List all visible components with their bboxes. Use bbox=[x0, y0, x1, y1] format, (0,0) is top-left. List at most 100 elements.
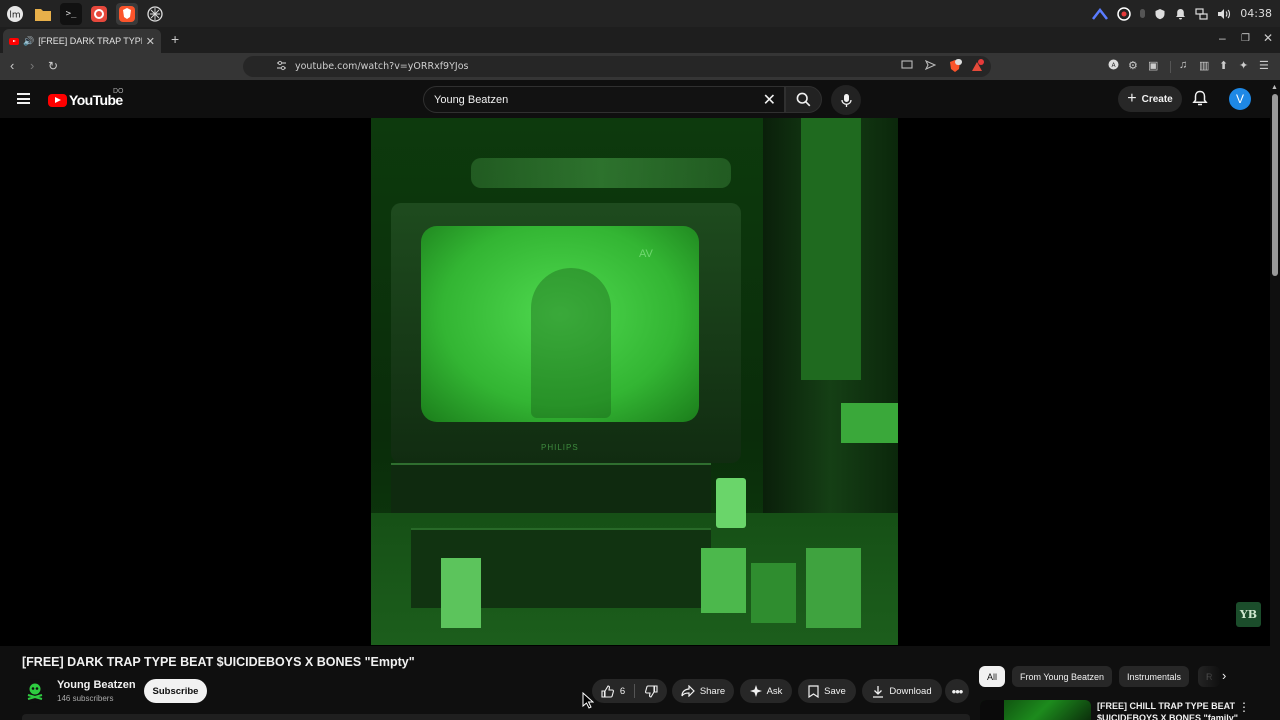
recommended-title-line2: $UICIDEBOYS X BONES "family" bbox=[1097, 713, 1239, 720]
video-title: [FREE] DARK TRAP TYPE BEAT $UICIDEBOYS X… bbox=[22, 655, 415, 669]
terminal-icon[interactable]: >_ bbox=[60, 2, 82, 25]
like-count: 6 bbox=[619, 685, 626, 697]
subscribe-button[interactable]: Subscribe bbox=[144, 679, 207, 703]
wallet-icon[interactable]: ▣ bbox=[1148, 59, 1158, 72]
share-button[interactable]: Share bbox=[672, 679, 734, 703]
like-dislike-group: 6 bbox=[592, 679, 667, 703]
guide-menu-icon[interactable] bbox=[17, 93, 30, 104]
brave-shields-icon[interactable] bbox=[948, 59, 962, 76]
sparkle-icon bbox=[749, 685, 762, 697]
firefox-icon[interactable] bbox=[88, 3, 110, 25]
volume-icon[interactable] bbox=[1217, 8, 1231, 20]
audio-playing-icon[interactable]: 🔊 bbox=[23, 36, 34, 47]
forward-icon[interactable]: › bbox=[30, 58, 34, 73]
thumbs-down-icon bbox=[644, 684, 658, 698]
like-button[interactable]: 6 bbox=[592, 679, 634, 703]
notification-icon[interactable] bbox=[1175, 8, 1186, 20]
tab-close-icon[interactable]: ✕ bbox=[146, 35, 155, 48]
download-icon bbox=[873, 685, 884, 698]
music-icon[interactable]: ♫ bbox=[1179, 59, 1187, 71]
os-panel: lm >_ 04:38 bbox=[0, 0, 1280, 27]
reload-icon[interactable]: ↻ bbox=[48, 59, 58, 73]
search-button[interactable] bbox=[785, 86, 822, 113]
youtube-favicon-icon bbox=[9, 37, 19, 45]
clear-search-icon[interactable]: ✕ bbox=[763, 90, 776, 110]
youtube-logo[interactable]: YouTube DO bbox=[48, 88, 124, 108]
ask-label: Ask bbox=[766, 685, 783, 697]
youtube-header: YouTube DO Young Beatzen ✕ + Create V bbox=[0, 80, 1280, 118]
tor-icon[interactable] bbox=[144, 3, 166, 25]
tab-strip: 🔊 [FREE] DARK TRAP TYPE BEAT ✕ + – ❐ ✕ bbox=[0, 27, 1280, 53]
chip-instrumentals[interactable]: Instrumentals bbox=[1119, 666, 1190, 687]
save-label: Save bbox=[824, 685, 846, 697]
plus-icon: + bbox=[1127, 90, 1137, 107]
files-icon[interactable] bbox=[32, 3, 54, 25]
back-icon[interactable]: ‹ bbox=[10, 58, 14, 73]
opera-icon[interactable] bbox=[1117, 6, 1132, 21]
dot-icon bbox=[1140, 9, 1146, 18]
maximize-icon[interactable]: ❐ bbox=[1241, 33, 1250, 44]
recommended-title-line1: [FREE] CHILL TRAP TYPE BEAT bbox=[1097, 701, 1236, 711]
extension-a-icon[interactable]: A bbox=[1108, 59, 1119, 73]
download-label: Download bbox=[889, 685, 932, 697]
scroll-up-icon[interactable]: ▲ bbox=[1271, 84, 1278, 91]
recommended-more-icon[interactable]: ⋮ bbox=[1238, 700, 1250, 714]
search-value: Young Beatzen bbox=[434, 94, 509, 106]
address-bar[interactable]: youtube.com/watch?v=yORRxf9YJos bbox=[243, 56, 991, 77]
chip-from-channel[interactable]: From Young Beatzen bbox=[1012, 666, 1113, 687]
svg-text:lm: lm bbox=[9, 10, 20, 20]
network-icon[interactable] bbox=[1195, 7, 1208, 20]
channel-avatar[interactable] bbox=[23, 679, 47, 703]
region-code: DO bbox=[113, 88, 124, 95]
voice-search-button[interactable] bbox=[831, 85, 861, 115]
youtube-play-icon bbox=[48, 93, 67, 107]
site-settings-icon[interactable] bbox=[276, 60, 287, 74]
chip-all[interactable]: All bbox=[979, 666, 1006, 687]
account-avatar[interactable]: V bbox=[1229, 88, 1251, 110]
search-input[interactable]: Young Beatzen ✕ bbox=[423, 86, 785, 113]
save-button[interactable]: Save bbox=[798, 679, 856, 703]
browser-toolbar: ‹ › ↻ youtube.com/watch?v=yORRxf9YJos A … bbox=[0, 53, 1280, 80]
thumbs-up-icon bbox=[601, 684, 614, 698]
url-text: youtube.com/watch?v=yORRxf9YJos bbox=[295, 61, 469, 72]
download-button[interactable]: Download bbox=[862, 679, 942, 703]
create-button[interactable]: + Create bbox=[1118, 86, 1182, 112]
clock[interactable]: 04:38 bbox=[1240, 7, 1272, 20]
leo-ai-icon[interactable]: ✦ bbox=[1239, 59, 1248, 72]
new-tab-icon[interactable]: + bbox=[171, 31, 179, 47]
tab-title: [FREE] DARK TRAP TYPE BEAT bbox=[38, 36, 142, 46]
microphone-icon bbox=[840, 93, 852, 107]
ask-button[interactable]: Ask bbox=[740, 679, 792, 703]
more-actions-button[interactable]: ••• bbox=[945, 679, 969, 703]
channel-name[interactable]: Young Beatzen bbox=[57, 679, 136, 691]
minimize-icon[interactable]: – bbox=[1219, 31, 1226, 45]
recommended-thumbnail[interactable] bbox=[980, 700, 1091, 720]
shield-icon[interactable] bbox=[1154, 8, 1166, 20]
vpn-icon[interactable] bbox=[1092, 7, 1109, 20]
channel-watermark[interactable]: YB bbox=[1236, 602, 1261, 627]
extensions-puzzle-icon[interactable]: ⚙ bbox=[1128, 59, 1138, 72]
description-box-edge bbox=[22, 714, 970, 720]
subscriber-count: 146 subscribers bbox=[57, 694, 114, 703]
brave-icon[interactable] bbox=[116, 2, 138, 25]
dislike-button[interactable] bbox=[635, 679, 667, 703]
chips-next-icon[interactable]: › bbox=[1222, 668, 1226, 683]
share-icon bbox=[681, 685, 695, 697]
sidebar-icon[interactable]: ▥ bbox=[1199, 59, 1209, 72]
menu-icon[interactable]: ☰ bbox=[1259, 59, 1269, 72]
brave-rewards-icon[interactable] bbox=[970, 59, 984, 76]
recommended-title[interactable]: [FREE] CHILL TRAP TYPE BEAT $UICIDEBOYS … bbox=[1097, 700, 1239, 720]
window-close-icon[interactable]: ✕ bbox=[1263, 31, 1273, 45]
create-label: Create bbox=[1141, 93, 1173, 105]
toolbar-divider bbox=[1170, 61, 1171, 73]
notifications-bell-icon[interactable] bbox=[1192, 90, 1208, 112]
send-icon[interactable] bbox=[924, 59, 937, 73]
cast-icon[interactable] bbox=[901, 60, 913, 73]
tab-youtube[interactable]: 🔊 [FREE] DARK TRAP TYPE BEAT ✕ bbox=[3, 29, 161, 53]
mint-menu-icon[interactable]: lm bbox=[4, 3, 26, 25]
video-frame: AV PHILIPS bbox=[371, 118, 898, 645]
scrollbar-thumb[interactable] bbox=[1272, 94, 1278, 276]
share-page-icon[interactable]: ⬆ bbox=[1219, 59, 1228, 72]
tv-overlay-text: AV bbox=[639, 248, 653, 260]
video-player[interactable]: AV PHILIPS YB bbox=[0, 118, 1270, 646]
